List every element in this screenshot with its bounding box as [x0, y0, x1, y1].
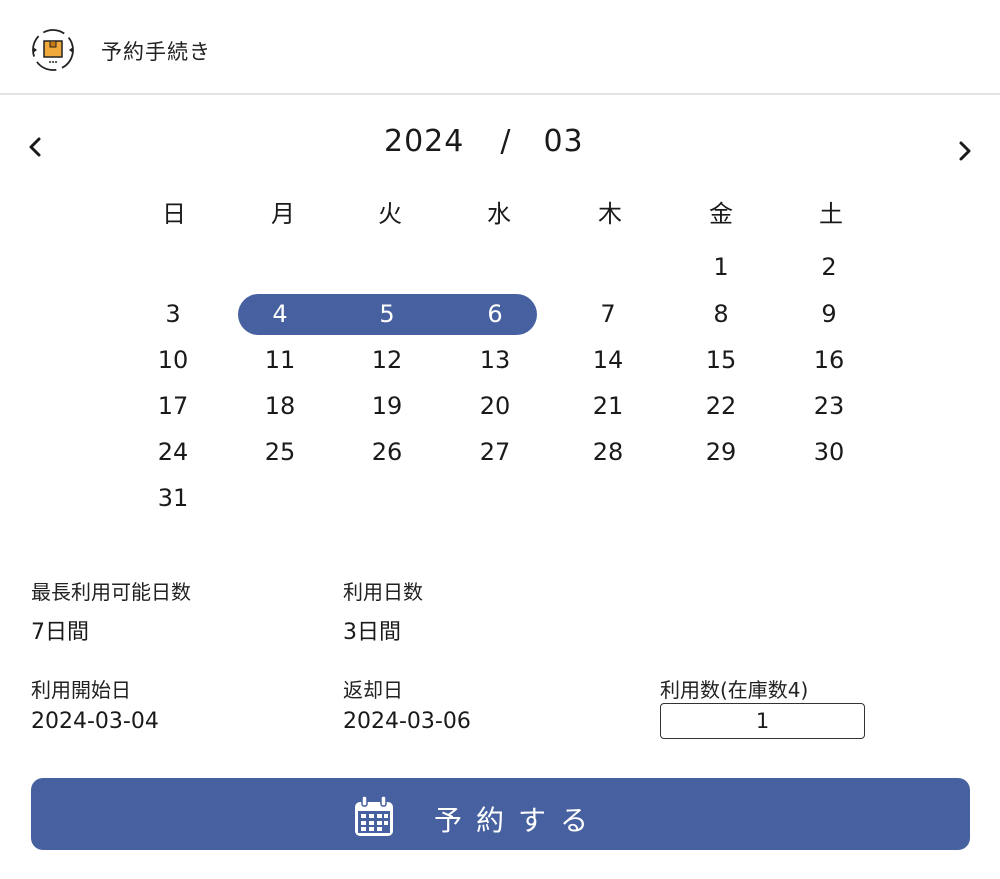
usage-days-label: 利用日数	[343, 580, 423, 604]
calendar-day[interactable]: 15	[691, 346, 751, 374]
weekday-label: 火	[378, 200, 402, 228]
calendar-day[interactable]: 9	[799, 300, 859, 328]
calendar-day[interactable]: 10	[143, 346, 203, 374]
calendar-day[interactable]: 30	[799, 438, 859, 466]
calendar-day[interactable]: 16	[799, 346, 859, 374]
calendar-day[interactable]: 24	[143, 438, 203, 466]
start-date-value: 2024-03-04	[31, 709, 159, 734]
calendar-day[interactable]: 12	[357, 346, 417, 374]
calendar-day[interactable]: 22	[691, 392, 751, 420]
weekday-label: 日	[162, 200, 186, 228]
return-date-value: 2024-03-06	[343, 709, 471, 734]
calendar-day[interactable]: 3	[143, 300, 203, 328]
weekday-label: 土	[819, 200, 843, 228]
date-separator: /	[500, 124, 512, 159]
max-days-label: 最長利用可能日数	[31, 580, 191, 604]
calendar-day-selected[interactable]: 5	[357, 300, 417, 328]
calendar-icon	[355, 795, 393, 836]
calendar-day[interactable]: 27	[465, 438, 525, 466]
weekday-label: 金	[709, 200, 733, 228]
calendar-day[interactable]: 8	[691, 300, 751, 328]
quantity-label: 利用数(在庫数4)	[660, 678, 809, 702]
calendar-day[interactable]: 7	[578, 300, 638, 328]
calendar-day[interactable]: 14	[578, 346, 638, 374]
calendar-day[interactable]: 25	[250, 438, 310, 466]
header-bar: 予約手続き	[0, 0, 1000, 95]
calendar-day[interactable]: 29	[691, 438, 751, 466]
calendar-day[interactable]: 17	[143, 392, 203, 420]
month-title: 2024 / 03	[384, 124, 584, 159]
calendar-day-selected[interactable]: 6	[465, 300, 525, 328]
page-title: 予約手続き	[101, 40, 211, 64]
calendar-day[interactable]: 28	[578, 438, 638, 466]
calendar-day[interactable]: 2	[799, 253, 859, 281]
chevron-left-icon[interactable]	[20, 132, 50, 162]
calendar-day[interactable]: 11	[250, 346, 310, 374]
calendar-day[interactable]: 18	[250, 392, 310, 420]
weekday-label: 月	[271, 200, 295, 228]
calendar-day[interactable]: 31	[143, 484, 203, 512]
calendar-day[interactable]: 26	[357, 438, 417, 466]
calendar-day[interactable]: 23	[799, 392, 859, 420]
calendar-day[interactable]: 19	[357, 392, 417, 420]
calendar-day[interactable]: 1	[691, 253, 751, 281]
weekday-label: 水	[487, 200, 511, 228]
usage-days-value: 3日間	[343, 620, 401, 645]
chevron-right-icon[interactable]	[950, 136, 980, 166]
weekday-label: 木	[598, 200, 622, 228]
max-days-value: 7日間	[31, 620, 89, 645]
start-date-label: 利用開始日	[31, 678, 131, 702]
return-date-label: 返却日	[343, 678, 403, 702]
calendar-day[interactable]: 21	[578, 392, 638, 420]
reserve-button-label: 予約する	[434, 804, 603, 837]
calendar-day[interactable]: 13	[465, 346, 525, 374]
calendar-day[interactable]: 20	[465, 392, 525, 420]
month-label: 03	[543, 124, 584, 159]
year-label: 2024	[384, 124, 465, 159]
calendar-day-selected[interactable]: 4	[250, 300, 310, 328]
quantity-input[interactable]	[660, 703, 865, 739]
box-cycle-icon	[32, 29, 74, 71]
